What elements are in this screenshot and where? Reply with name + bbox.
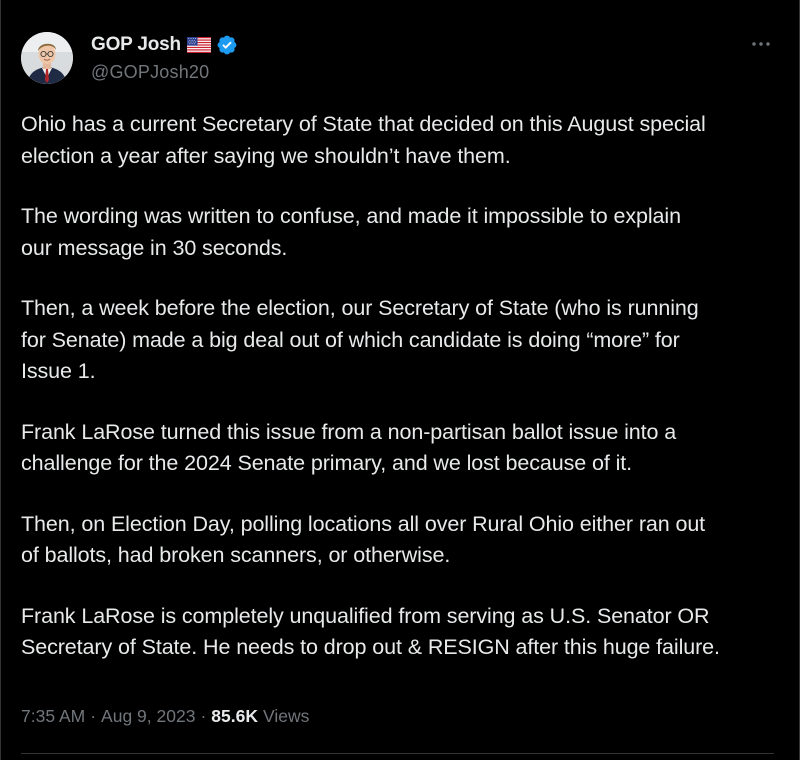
tweet-paragraph: Then, on Election Day, polling locations… bbox=[21, 511, 706, 568]
us-flag-icon bbox=[186, 37, 211, 53]
avatar[interactable] bbox=[21, 32, 73, 84]
tweet-date[interactable]: Aug 9, 2023 bbox=[101, 706, 195, 727]
tweet-text: Ohio has a current Secretary of State th… bbox=[21, 109, 791, 693]
views-label: Views bbox=[262, 706, 310, 726]
tweet-card: GOP Josh @GOPJosh20 Ohio has a current S… bbox=[0, 0, 800, 760]
divider bbox=[21, 753, 774, 754]
tweet-paragraph: Ohio has a current Secretary of State th… bbox=[21, 112, 706, 168]
tweet-paragraph: Frank LaRose turned this issue from a no… bbox=[21, 419, 677, 476]
display-name[interactable]: GOP Josh bbox=[91, 34, 181, 56]
meta-separator: · bbox=[90, 706, 97, 726]
views-count[interactable]: 85.6K bbox=[211, 706, 258, 727]
verified-badge-icon[interactable] bbox=[216, 34, 238, 56]
name-row: GOP Josh bbox=[91, 33, 238, 57]
tweet-paragraph: Frank LaRose is completely unqualified f… bbox=[21, 603, 720, 660]
tweet-paragraph: The wording was written to confuse, and … bbox=[21, 204, 681, 260]
tweet-header: GOP Josh @GOPJosh20 bbox=[21, 30, 779, 86]
tweet-paragraph: Then, a week before the election, our Se… bbox=[21, 296, 699, 383]
tweet-metadata: 7:35 AM · Aug 9, 2023 · 85.6K Views bbox=[21, 706, 309, 727]
more-horizontal-icon[interactable] bbox=[747, 34, 775, 54]
user-handle[interactable]: @GOPJosh20 bbox=[91, 62, 238, 83]
meta-separator: · bbox=[200, 706, 207, 726]
author-info: GOP Josh @GOPJosh20 bbox=[91, 33, 238, 83]
avatar-image bbox=[21, 32, 73, 84]
tweet-time[interactable]: 7:35 AM bbox=[21, 706, 85, 727]
